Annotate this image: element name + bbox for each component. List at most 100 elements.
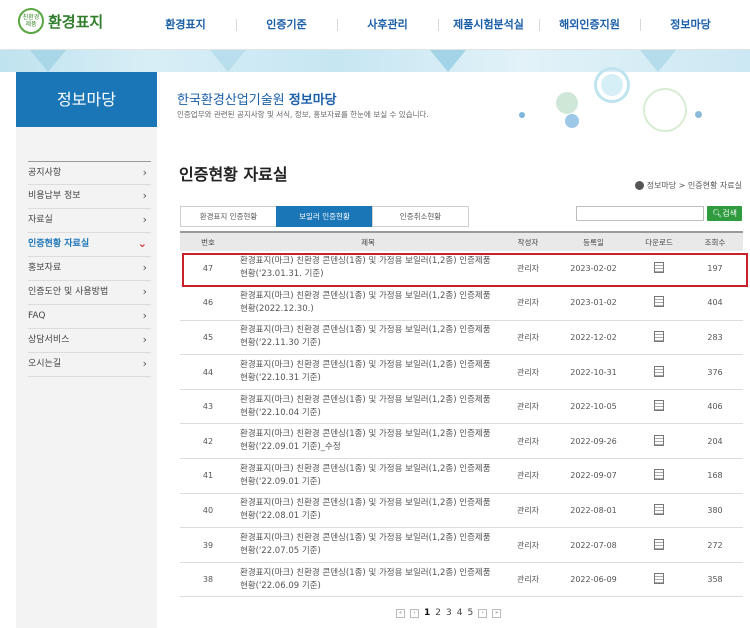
prev-page-icon[interactable]: ‹ <box>410 608 419 618</box>
table-row[interactable]: 45 환경표지(마크) 친환경 콘덴싱(1종) 및 가정용 보일러(1,2종) … <box>180 320 743 356</box>
row-date: 2022-06-09 <box>556 562 631 598</box>
row-title-link[interactable]: 환경표지(마크) 친환경 콘덴싱(1종) 및 가정용 보일러(1,2종) 인증제… <box>236 251 500 287</box>
sidebar-item-notice[interactable]: 공지사항 › <box>28 161 151 185</box>
row-download[interactable] <box>631 251 687 287</box>
section-name: 정보마당 <box>288 93 337 108</box>
row-title-link[interactable]: 환경표지(마크) 친환경 콘덴싱(1종) 및 가정용 보일러(1,2종) 인증제… <box>236 389 500 425</box>
row-download[interactable] <box>631 458 687 494</box>
file-download-icon[interactable] <box>654 365 664 377</box>
file-download-icon[interactable] <box>654 400 664 412</box>
site-logo[interactable]: 친환경 제품 환경표지 <box>18 8 103 34</box>
row-title-link[interactable]: 환경표지(마크) 친환경 콘덴싱(1종) 및 가정용 보일러(1,2종) 인증제… <box>236 285 500 321</box>
sidebar-item-fees[interactable]: 비용납부 정보 › <box>28 185 151 209</box>
row-download[interactable] <box>631 354 687 390</box>
row-date: 2022-07-08 <box>556 527 631 563</box>
tab-boiler-status[interactable]: 보일러 인증현황 <box>276 206 373 227</box>
page-number[interactable]: 2 <box>435 608 441 618</box>
search-button[interactable]: 🔍︎검색 <box>707 206 742 221</box>
file-download-icon[interactable] <box>654 573 664 585</box>
chevron-right-icon: › <box>142 189 147 202</box>
row-views: 406 <box>687 389 743 425</box>
home-icon[interactable] <box>634 181 644 190</box>
tab-eco-label-status[interactable]: 환경표지 인증현황 <box>180 206 277 227</box>
file-download-icon[interactable] <box>654 330 664 342</box>
chevron-right-icon: › <box>142 285 147 298</box>
sidebar-item-logo-usage[interactable]: 인증도안 및 사용방법 › <box>28 281 151 305</box>
banner-decoration <box>640 50 676 72</box>
file-download-icon[interactable] <box>654 503 664 515</box>
row-author: 관리자 <box>500 251 556 287</box>
sidebar-item-consult[interactable]: 상담서비스 › <box>28 329 151 353</box>
file-download-icon[interactable] <box>654 538 664 550</box>
row-author: 관리자 <box>500 527 556 563</box>
table-row[interactable]: 43 환경표지(마크) 친환경 콘덴싱(1종) 및 가정용 보일러(1,2종) … <box>180 389 743 425</box>
row-number: 43 <box>180 389 236 425</box>
row-date: 2022-12-02 <box>556 320 631 356</box>
table-row[interactable]: 42 환경표지(마크) 친환경 콘덴싱(1종) 및 가정용 보일러(1,2종) … <box>180 423 743 460</box>
page-number[interactable]: 3 <box>446 608 452 618</box>
file-download-icon[interactable] <box>654 296 664 308</box>
row-author: 관리자 <box>500 389 556 425</box>
search-icon: 🔍︎ <box>712 209 723 218</box>
table-row[interactable]: 38 환경표지(마크) 친환경 콘덴싱(1종) 및 가정용 보일러(1,2종) … <box>180 562 743 598</box>
sidebar-item-cert-archive[interactable]: 인증현황 자료실 ⌄ <box>28 233 151 257</box>
row-download[interactable] <box>631 493 687 529</box>
nav-item-overseas[interactable]: 해외인증지원 <box>539 0 640 50</box>
row-title-link[interactable]: 환경표지(마크) 친환경 콘덴싱(1종) 및 가정용 보일러(1,2종) 인증제… <box>236 493 500 529</box>
decor-circle <box>556 92 578 114</box>
nav-item-lab[interactable]: 제품시험분석실 <box>438 0 539 50</box>
first-page-icon[interactable]: « <box>396 608 405 618</box>
row-views: 204 <box>687 423 743 460</box>
tab-cancelled-status[interactable]: 인증취소현황 <box>372 206 469 227</box>
row-author: 관리자 <box>500 423 556 460</box>
row-title-link[interactable]: 환경표지(마크) 친환경 콘덴싱(1종) 및 가정용 보일러(1,2종) 인증제… <box>236 527 500 563</box>
file-download-icon[interactable] <box>654 434 664 446</box>
row-download[interactable] <box>631 423 687 460</box>
row-title-link[interactable]: 환경표지(마크) 친환경 콘덴싱(1종) 및 가정용 보일러(1,2종) 인증제… <box>236 458 500 494</box>
page-number[interactable]: 1 <box>424 608 430 618</box>
sidebar-item-pr[interactable]: 홍보자료 › <box>28 257 151 281</box>
row-date: 2022-09-07 <box>556 458 631 494</box>
row-date: 2022-09-26 <box>556 423 631 460</box>
row-date: 2023-01-02 <box>556 285 631 321</box>
section-heading: 한국환경산업기술원 정보마당 <box>177 89 337 108</box>
nav-item-aftercare[interactable]: 사후관리 <box>337 0 438 50</box>
table-row[interactable]: 39 환경표지(마크) 친환경 콘덴싱(1종) 및 가정용 보일러(1,2종) … <box>180 527 743 563</box>
sidebar-item-archive[interactable]: 자료실 › <box>28 209 151 233</box>
table-row[interactable]: 44 환경표지(마크) 친환경 콘덴싱(1종) 및 가정용 보일러(1,2종) … <box>180 354 743 390</box>
col-header-title: 제목 <box>236 231 500 251</box>
nav-item-criteria[interactable]: 인증기준 <box>236 0 337 50</box>
row-download[interactable] <box>631 389 687 425</box>
page-number[interactable]: 4 <box>457 608 463 618</box>
next-page-icon[interactable]: › <box>478 608 488 618</box>
row-title-link[interactable]: 환경표지(마크) 친환경 콘덴싱(1종) 및 가정용 보일러(1,2종) 인증제… <box>236 423 500 460</box>
row-download[interactable] <box>631 320 687 356</box>
row-title-link[interactable]: 환경표지(마크) 친환경 콘덴싱(1종) 및 가정용 보일러(1,2종) 인증제… <box>236 562 500 598</box>
decor-circle <box>601 74 623 96</box>
nav-item-info[interactable]: 정보마당 <box>640 0 741 50</box>
page-number[interactable]: 5 <box>467 608 473 618</box>
row-title-link[interactable]: 환경표지(마크) 친환경 콘덴싱(1종) 및 가정용 보일러(1,2종) 인증제… <box>236 354 500 390</box>
logo-mark: 친환경 제품 <box>18 8 44 34</box>
nav-item-eco-label[interactable]: 환경표지 <box>135 0 236 50</box>
file-download-icon[interactable] <box>654 469 664 481</box>
sidebar-item-faq[interactable]: FAQ › <box>28 305 151 329</box>
header-banner <box>0 50 750 72</box>
row-title-link[interactable]: 환경표지(마크) 친환경 콘덴싱(1종) 및 가정용 보일러(1,2종) 인증제… <box>236 320 500 356</box>
org-name: 한국환경산업기술원 <box>177 93 285 108</box>
row-download[interactable] <box>631 527 687 563</box>
sidebar-item-label: 비용납부 정보 <box>28 191 81 201</box>
table-row[interactable]: 47 환경표지(마크) 친환경 콘덴싱(1종) 및 가정용 보일러(1,2종) … <box>180 251 743 287</box>
table-row[interactable]: 41 환경표지(마크) 친환경 콘덴싱(1종) 및 가정용 보일러(1,2종) … <box>180 458 743 494</box>
file-download-icon[interactable] <box>654 261 664 273</box>
row-download[interactable] <box>631 285 687 321</box>
table-row[interactable]: 46 환경표지(마크) 친환경 콘덴싱(1종) 및 가정용 보일러(1,2종) … <box>180 285 743 321</box>
search-input[interactable] <box>576 206 704 221</box>
table-row[interactable]: 40 환경표지(마크) 친환경 콘덴싱(1종) 및 가정용 보일러(1,2종) … <box>180 493 743 529</box>
row-download[interactable] <box>631 562 687 598</box>
row-date: 2022-08-01 <box>556 493 631 529</box>
row-number: 39 <box>180 527 236 563</box>
row-number: 42 <box>180 423 236 460</box>
last-page-icon[interactable]: » <box>492 608 502 618</box>
sidebar-item-directions[interactable]: 오시는길 › <box>28 353 151 377</box>
